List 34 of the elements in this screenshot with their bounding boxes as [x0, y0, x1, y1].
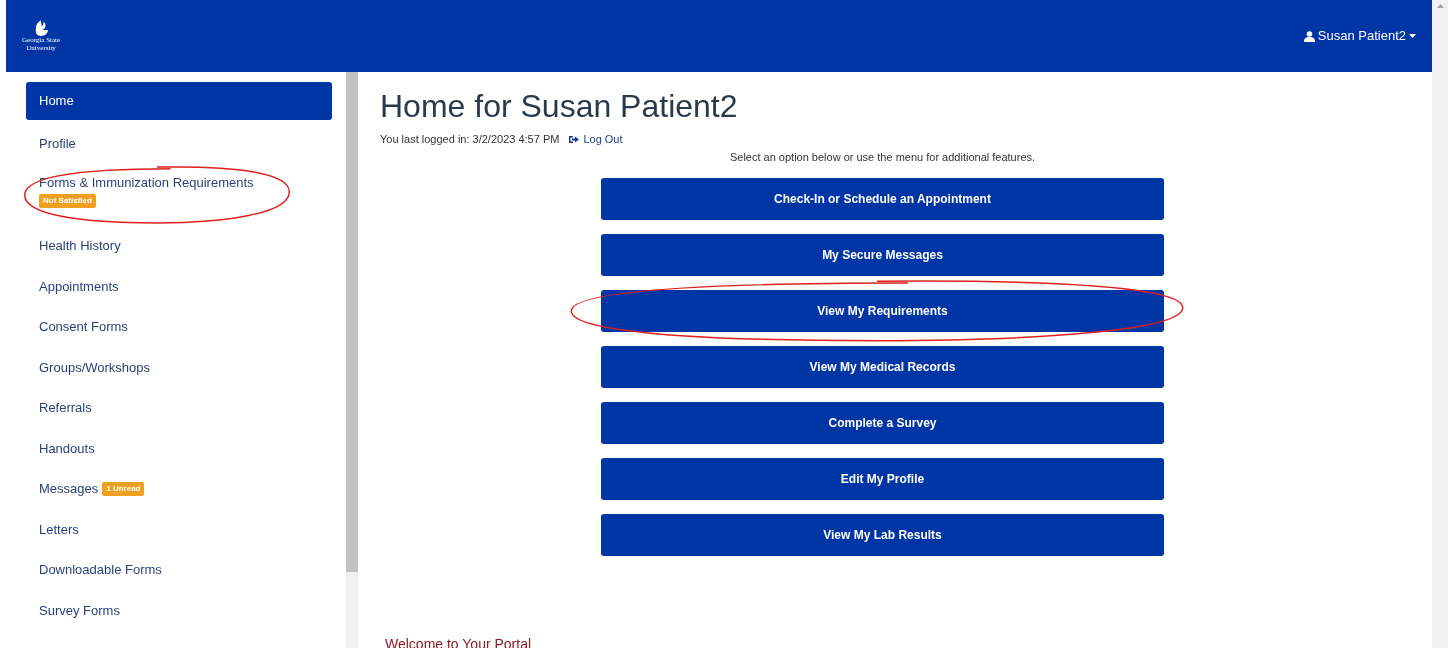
- menu-button[interactable]: Check-In or Schedule an Appointment: [601, 178, 1164, 220]
- sidebar-item[interactable]: Health History: [26, 225, 332, 266]
- sidebar-item[interactable]: Downloadable Forms: [26, 549, 332, 590]
- sidebar-item[interactable]: Referrals: [26, 387, 332, 428]
- menu-button[interactable]: View My Medical Records: [601, 346, 1164, 388]
- sidebar-item[interactable]: Consent Forms: [26, 306, 332, 347]
- sidebar-item-label[interactable]: Forms & Immunization Requirements: [39, 172, 254, 193]
- page-scrollbar[interactable]: [1432, 0, 1448, 648]
- sidebar-item[interactable]: Groups/Workshops: [26, 347, 332, 388]
- menu-button[interactable]: Complete a Survey: [601, 402, 1164, 444]
- user-icon: [1303, 30, 1315, 42]
- logout-link[interactable]: Log Out: [569, 131, 623, 148]
- sidebar-item[interactable]: Profile: [26, 123, 332, 164]
- status-badge: 1 Unread: [102, 481, 145, 496]
- sidebar-item[interactable]: Letters: [26, 509, 332, 550]
- sidebar-item[interactable]: Handouts: [26, 428, 332, 469]
- caret-icon: [1409, 34, 1416, 38]
- menu-button[interactable]: Edit My Profile: [601, 458, 1164, 500]
- scroll-up-icon[interactable]: [1436, 4, 1444, 8]
- sidebar-item[interactable]: Appointments: [26, 266, 332, 307]
- instruction-text: Select an option below or use the menu for additional features.: [729, 149, 1036, 165]
- page-title: Home for Susan Patient2: [380, 87, 739, 126]
- sidebar-item[interactable]: Home: [26, 82, 332, 120]
- sign-out-icon: [569, 134, 580, 144]
- menu-button[interactable]: My Secure Messages: [601, 234, 1164, 276]
- menu-button[interactable]: View My Requirements: [601, 290, 1164, 332]
- sidebar-item[interactable]: Survey Forms: [26, 590, 332, 631]
- sidebar-item-label[interactable]: Messages: [39, 479, 99, 499]
- sidebar-item[interactable]: Forms & Immunization Requirements Not Satisfied: [26, 163, 332, 226]
- user-menu[interactable]: Susan Patient2: [1303, 26, 1416, 46]
- menu-button[interactable]: View My Lab Results: [601, 514, 1164, 556]
- status-badge: Not Satisfied: [39, 194, 96, 209]
- sidebar-item[interactable]: Messages 1 Unread: [26, 468, 332, 509]
- last-login-text: You last logged in: 3/2/2023 4:57 PM: [380, 132, 560, 147]
